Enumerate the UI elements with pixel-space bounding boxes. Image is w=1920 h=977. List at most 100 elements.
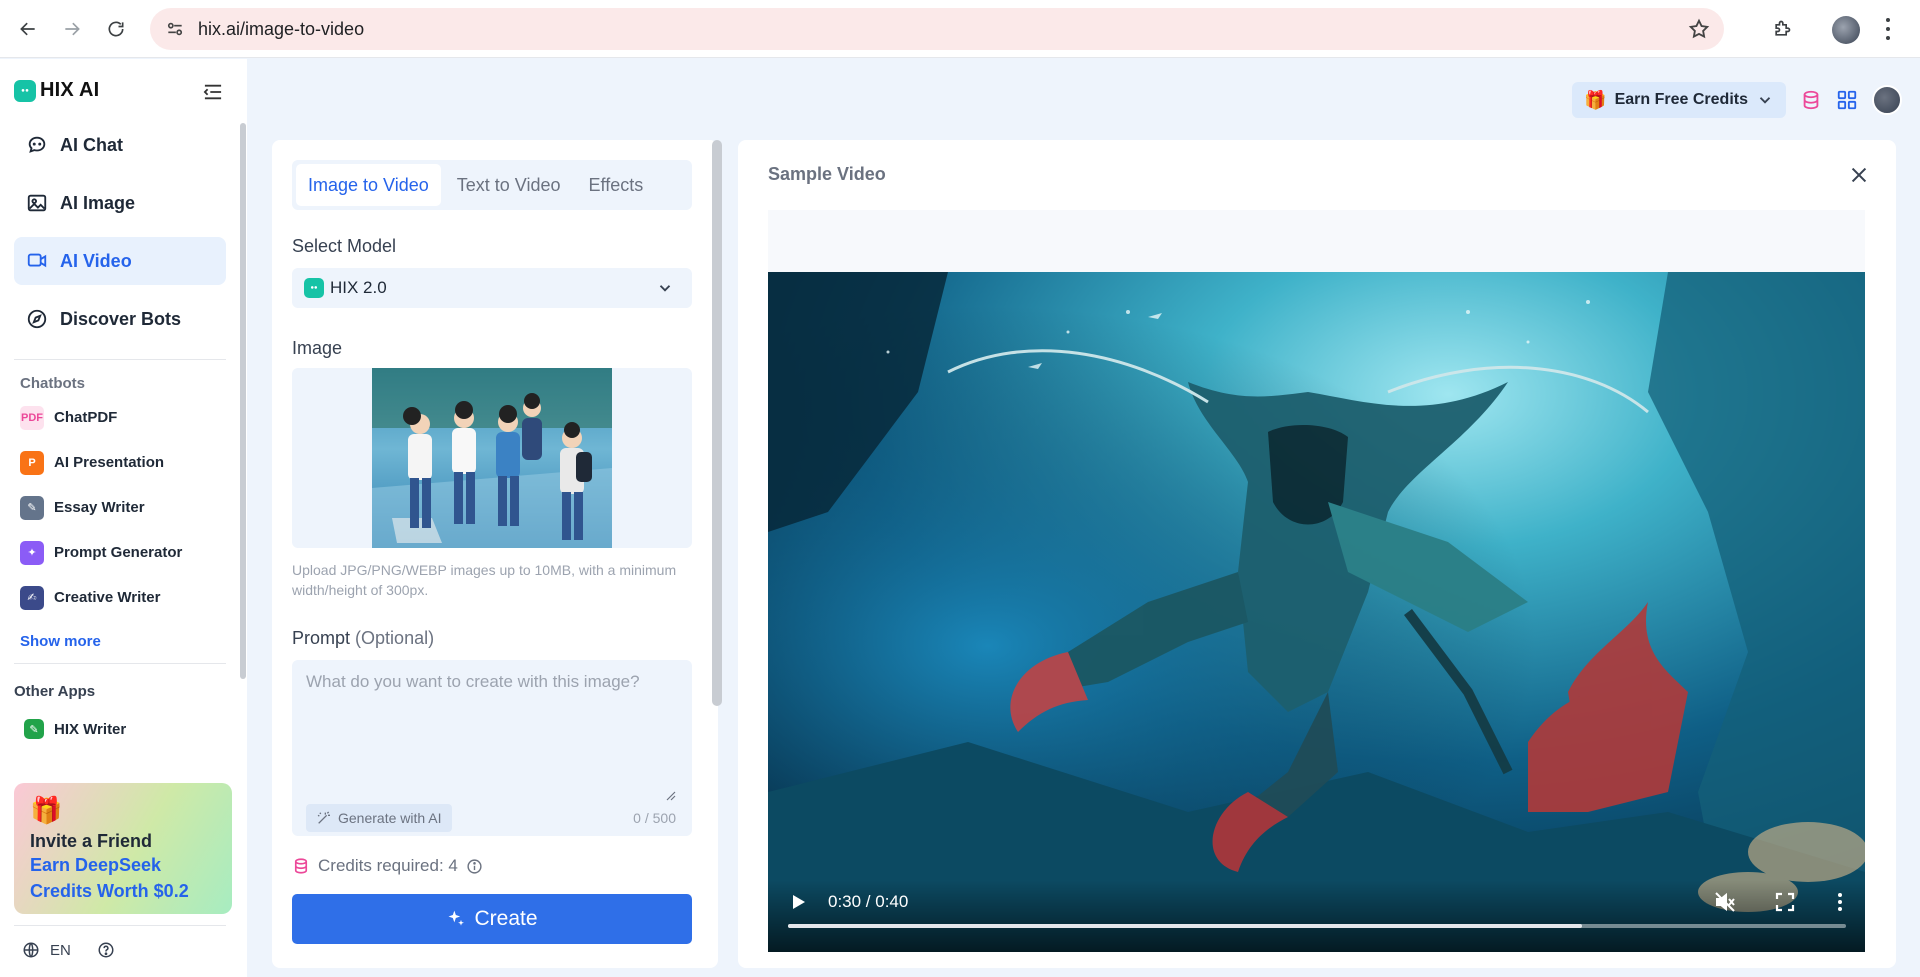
other-app-label: HIX Writer [54, 721, 126, 738]
globe-icon[interactable] [22, 941, 40, 959]
brand-logo-icon [14, 80, 36, 102]
bookmark-star-icon[interactable] [1688, 18, 1710, 40]
nav-item-ai-video[interactable]: AI Video [14, 237, 226, 285]
site-settings-icon[interactable] [164, 18, 186, 40]
resize-handle-icon[interactable] [666, 788, 676, 798]
nav-item-discover-bots[interactable]: Discover Bots [14, 295, 226, 343]
play-icon[interactable] [788, 892, 808, 912]
credits-required-text: Credits required: 4 [318, 856, 458, 876]
main-nav: AI Chat AI Image AI Video Discover Bots [14, 121, 226, 353]
generate-with-ai-button[interactable]: Generate with AI [306, 804, 452, 832]
address-bar[interactable]: hix.ai/image-to-video [150, 8, 1724, 50]
form-scrollbar[interactable] [712, 140, 722, 706]
url-text[interactable]: hix.ai/image-to-video [198, 19, 364, 40]
model-select[interactable]: HIX 2.0 [292, 268, 692, 308]
collapse-sidebar-icon[interactable] [202, 83, 224, 101]
apps-grid-icon[interactable] [1836, 89, 1858, 111]
extensions-icon[interactable] [1768, 15, 1796, 43]
language-label[interactable]: EN [50, 942, 71, 959]
select-model-label: Select Model [292, 236, 396, 257]
show-more-link[interactable]: Show more [20, 633, 101, 650]
prompt-label: Prompt (Optional) [292, 628, 434, 649]
preview-title: Sample Video [768, 164, 886, 185]
video-frame [768, 272, 1865, 952]
hix-model-icon [304, 278, 324, 298]
divider [14, 663, 226, 664]
prompt-textarea[interactable]: What do you want to create with this ima… [292, 660, 692, 836]
divider [14, 925, 226, 926]
essay-writer-icon: ✎ [20, 496, 44, 520]
nav-item-label: AI Video [60, 251, 132, 272]
upload-hint: Upload JPG/PNG/WEBP images up to 10MB, w… [292, 560, 692, 600]
reload-icon[interactable] [102, 15, 130, 43]
image-upload-area[interactable] [292, 368, 692, 548]
chevron-down-icon [1756, 91, 1774, 109]
divider [14, 359, 226, 360]
earn-credits-label: Earn Free Credits [1615, 91, 1748, 109]
more-options-icon[interactable] [1828, 890, 1852, 914]
help-icon[interactable] [97, 941, 115, 959]
image-icon [26, 192, 48, 214]
earn-free-credits-button[interactable]: 🎁 Earn Free Credits [1572, 82, 1786, 118]
presentation-icon: P [20, 451, 44, 475]
chatbot-item[interactable]: P AI Presentation [20, 440, 220, 485]
nav-item-label: Discover Bots [60, 309, 181, 330]
video-icon [26, 250, 48, 272]
pdf-icon: PDF [20, 406, 44, 430]
chat-icon [26, 134, 48, 156]
character-counter: 0 / 500 [633, 810, 676, 826]
generate-with-ai-label: Generate with AI [338, 810, 442, 826]
generator-form: Image to Video Text to Video Effects Sel… [272, 140, 718, 968]
gift-icon: 🎁 [1584, 90, 1606, 111]
video-progress-fill [788, 924, 1582, 928]
sample-video-panel: Sample Video [738, 140, 1896, 968]
create-button[interactable]: Create [292, 894, 692, 944]
chatbot-item[interactable]: PDF ChatPDF [20, 395, 220, 440]
brand-name: HIX AI [40, 79, 99, 102]
other-apps-heading: Other Apps [14, 683, 95, 700]
invite-friend-banner[interactable]: 🎁 Invite a Friend Earn DeepSeek Credits … [14, 783, 232, 914]
mute-icon[interactable] [1713, 890, 1737, 914]
invite-title: Invite a Friend [30, 831, 216, 852]
create-label: Create [474, 907, 537, 931]
other-app-hix-writer[interactable]: ✎ HIX Writer [24, 719, 126, 739]
video-progress-bar[interactable] [788, 924, 1846, 928]
chatbot-label: Creative Writer [54, 589, 160, 606]
image-label: Image [292, 338, 342, 359]
video-controls: 0:30 / 0:40 [768, 880, 1865, 952]
fullscreen-icon[interactable] [1773, 890, 1797, 914]
forward-icon[interactable] [58, 15, 86, 43]
close-icon[interactable] [1848, 164, 1870, 186]
chatbot-item[interactable]: ✍ Creative Writer [20, 575, 220, 620]
prompt-optional-text: (Optional) [355, 628, 434, 648]
tab-text-to-video[interactable]: Text to Video [445, 164, 573, 206]
nav-item-label: AI Chat [60, 135, 123, 156]
browser-toolbar: hix.ai/image-to-video [0, 0, 1920, 58]
chatbot-item[interactable]: ✦ Prompt Generator [20, 530, 220, 575]
browser-menu-icon[interactable] [1884, 18, 1892, 40]
brand[interactable]: HIX AI [14, 79, 99, 102]
sidebar-scrollbar[interactable] [240, 123, 246, 679]
tab-effects[interactable]: Effects [577, 164, 656, 206]
nav-item-ai-image[interactable]: AI Image [14, 179, 226, 227]
compass-icon [26, 308, 48, 330]
tab-image-to-video[interactable]: Image to Video [296, 164, 441, 206]
chatbot-item[interactable]: ✎ Essay Writer [20, 485, 220, 530]
chatbot-label: ChatPDF [54, 409, 117, 426]
creative-writer-icon: ✍ [20, 586, 44, 610]
chatbots-heading: Chatbots [20, 375, 85, 392]
credits-coins-icon[interactable] [1800, 89, 1822, 111]
nav-item-label: AI Image [60, 193, 135, 214]
magic-wand-icon [316, 810, 332, 826]
sample-video-player[interactable]: 0:30 / 0:40 [768, 272, 1865, 952]
user-avatar[interactable] [1872, 85, 1902, 115]
nav-item-ai-chat[interactable]: AI Chat [14, 121, 226, 169]
video-header-strip [768, 210, 1865, 272]
hix-writer-icon: ✎ [24, 719, 44, 739]
uploaded-image-thumbnail[interactable] [372, 368, 612, 548]
info-icon[interactable] [466, 858, 483, 875]
chatbot-list: PDF ChatPDF P AI Presentation ✎ Essay Wr… [20, 395, 220, 620]
back-icon[interactable] [14, 15, 42, 43]
profile-avatar[interactable] [1832, 16, 1860, 44]
chatbot-label: Essay Writer [54, 499, 145, 516]
